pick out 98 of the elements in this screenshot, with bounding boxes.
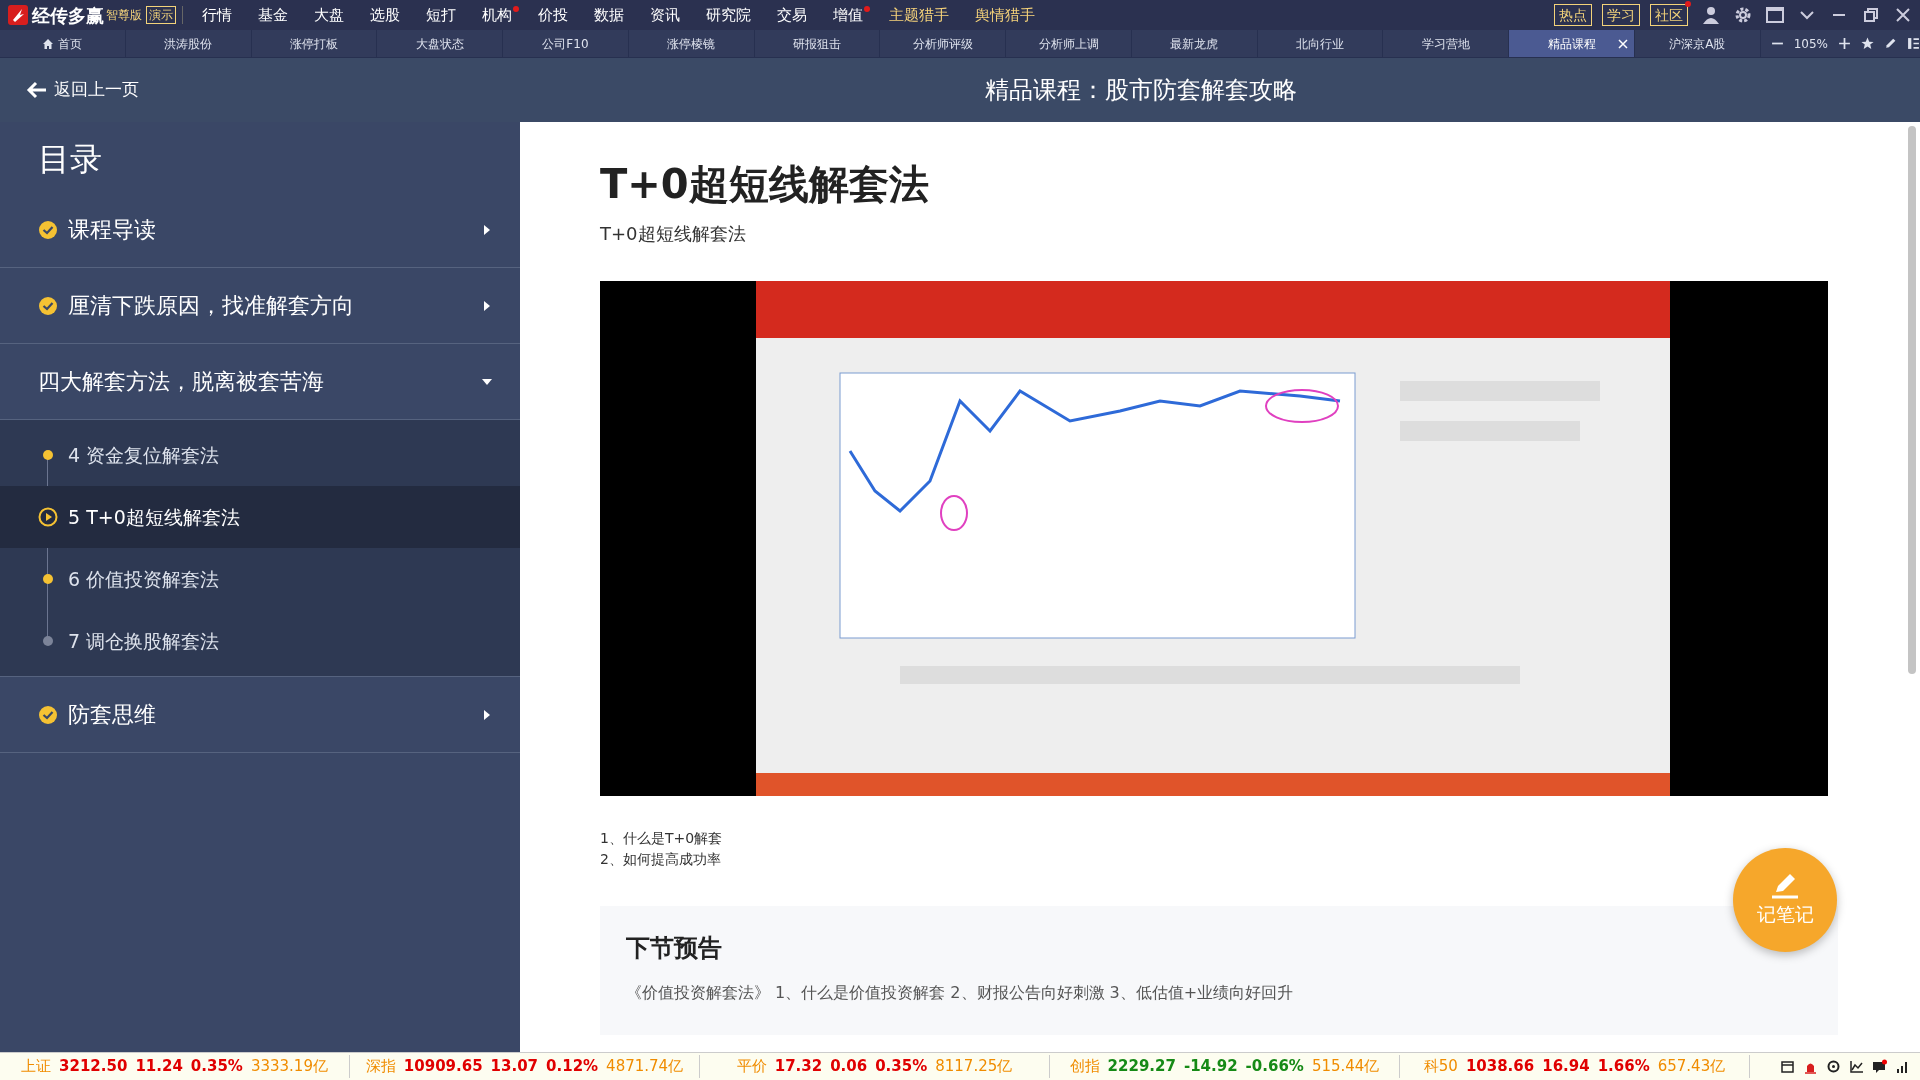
tab[interactable]: 首页 [0, 30, 126, 57]
lesson-item[interactable]: 7 调仓换股解套法 [0, 610, 520, 673]
menu-item[interactable]: 舆情猎手 [962, 3, 1048, 27]
toc-section[interactable]: 防套思维 [0, 677, 520, 754]
signal-icon[interactable] [1895, 1059, 1910, 1074]
lesson-title: T+0超短线解套法 [600, 160, 930, 208]
back-arrow-icon [26, 80, 48, 100]
app-logo: 经传多赢 [32, 3, 104, 28]
home-icon [42, 37, 55, 50]
close-icon[interactable] [1617, 39, 1628, 49]
demo-badge: 演示 [146, 6, 176, 24]
list-item-text: 1、什么是T+0解套 [600, 829, 724, 848]
menu-item[interactable]: 选股 [357, 3, 413, 27]
logo-icon [8, 5, 28, 25]
index-price: 2229.27 [1107, 1056, 1176, 1078]
lesson-item[interactable]: 5 T+0超短线解套法 [0, 486, 520, 549]
restore-icon[interactable] [1862, 6, 1880, 24]
index-change: 11.24 [135, 1056, 183, 1078]
index-price: 10909.65 [403, 1056, 483, 1078]
tab[interactable]: 最新龙虎 [1131, 30, 1258, 57]
close-icon[interactable] [1894, 6, 1912, 24]
panel-icon[interactable] [1907, 37, 1920, 50]
menu-item[interactable]: 基金 [245, 3, 301, 27]
calendar-icon[interactable] [1780, 1059, 1795, 1074]
caret-right-icon [482, 224, 492, 235]
menu-item[interactable]: 增值 [820, 3, 876, 27]
toc-title: 目录 [37, 139, 103, 180]
tab[interactable]: 分析师上调 [1006, 30, 1132, 57]
menu-item[interactable]: 主题猎手 [876, 3, 962, 27]
tab[interactable]: 公司F10 [503, 30, 629, 57]
index-turnover: 657.43亿 [1657, 1056, 1726, 1078]
index-change: -14.92 [1183, 1056, 1238, 1078]
tab[interactable]: 研报狙击 [754, 30, 881, 57]
tab[interactable]: 分析师评级 [880, 30, 1007, 57]
zoom-level: 105% [1793, 35, 1829, 53]
list-item-text: 2、如何提高成功率 [600, 850, 722, 869]
index-name: 上证 [21, 1056, 52, 1078]
lesson-subtitle: T+0超短线解套法 [600, 222, 747, 246]
index-price: 3212.50 [59, 1056, 128, 1078]
menu-item[interactable]: 短打 [413, 3, 469, 27]
caret-right-icon [482, 300, 492, 311]
index-turnover: 3333.19亿 [250, 1056, 328, 1078]
index-name: 平价 [736, 1056, 767, 1078]
index-name: 创指 [1069, 1056, 1100, 1078]
settings-icon[interactable] [1734, 6, 1752, 24]
menu-item[interactable]: 行情 [189, 3, 245, 27]
menu-item[interactable]: 资讯 [637, 3, 693, 27]
lesson-item[interactable]: 4 资金复位解套法 [0, 424, 520, 487]
scrollbar[interactable] [1908, 126, 1916, 674]
pencil-icon[interactable] [1884, 37, 1898, 50]
preview-heading: 下节预告 [626, 934, 723, 963]
menu-item[interactable]: 数据 [581, 3, 637, 27]
chart-icon[interactable] [1849, 1059, 1864, 1074]
tab[interactable]: 洪涛股份 [125, 30, 252, 57]
index-pct: 0.12% [546, 1056, 599, 1078]
tab[interactable]: 精品课程 [1509, 30, 1635, 57]
window-icon[interactable] [1766, 6, 1784, 24]
preview-text: 《价值投资解套法》 1、什么是价值投资解套 2、财报公告向好刺激 3、低估值+业绩向好回升 [626, 981, 1295, 1004]
page-title: 精品课程：股市防套解套攻略 [985, 75, 1297, 106]
index-name: 科50 [1423, 1056, 1458, 1078]
tab[interactable]: 涨停棱镜 [628, 30, 755, 57]
tab[interactable]: 大盘状态 [377, 30, 504, 57]
lesson-item[interactable]: 6 价值投资解套法 [0, 548, 520, 611]
caret-right-icon [482, 709, 492, 720]
index-change: 16.94 [1542, 1056, 1590, 1078]
toc-section[interactable]: 厘清下跌原因，找准解套方向 [0, 268, 520, 345]
index-pct: 0.35% [875, 1056, 928, 1078]
tab[interactable]: 涨停打板 [251, 30, 378, 57]
user-icon[interactable] [1702, 6, 1720, 24]
index-change: 13.07 [490, 1056, 539, 1078]
plus-icon[interactable] [1838, 37, 1852, 50]
index-pct: -0.66% [1245, 1056, 1304, 1078]
menu-item[interactable]: 大盘 [301, 3, 357, 27]
index-price: 1038.66 [1465, 1056, 1535, 1078]
tab[interactable]: 北向行业 [1257, 30, 1384, 57]
header-button[interactable]: 学习 [1602, 4, 1640, 26]
index-turnover: 515.44亿 [1311, 1056, 1380, 1078]
star-icon[interactable] [1861, 37, 1875, 50]
back-link[interactable]: 返回上一页 [20, 76, 145, 104]
tab[interactable]: 沪深京A股 [1634, 30, 1761, 57]
toc-section[interactable]: 课程导读 [0, 192, 520, 269]
index-pct: 1.66% [1597, 1056, 1650, 1078]
index-change: 0.06 [830, 1056, 868, 1078]
message-icon[interactable] [1872, 1059, 1887, 1074]
menu-item[interactable]: 机构 [469, 3, 525, 27]
target-icon[interactable] [1826, 1059, 1841, 1074]
menu-item[interactable]: 研究院 [693, 3, 764, 27]
menu-item[interactable]: 交易 [764, 3, 820, 27]
caret-down-icon [482, 376, 492, 387]
index-turnover: 4871.74亿 [606, 1056, 684, 1078]
index-turnover: 8117.25亿 [935, 1056, 1013, 1078]
edition-label: 智尊版 [106, 7, 142, 24]
menu-item[interactable]: 价投 [525, 3, 581, 27]
index-pct: 0.35% [190, 1056, 243, 1078]
header-button[interactable]: 社区 [1650, 4, 1688, 26]
index-price: 17.32 [774, 1056, 823, 1078]
header-button[interactable]: 热点 [1554, 4, 1592, 26]
index-name: 深指 [365, 1056, 396, 1078]
